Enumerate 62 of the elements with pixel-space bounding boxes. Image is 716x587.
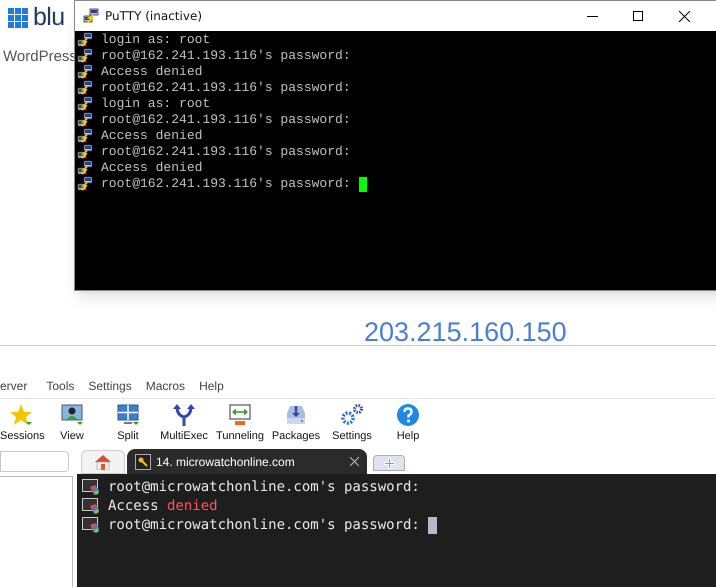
logo-text: blu <box>33 5 64 30</box>
window-title: PuTTY (inactive) <box>105 8 202 25</box>
menu-item[interactable]: Macros <box>138 377 192 395</box>
plus-icon <box>384 458 394 468</box>
tunnel-monitor-icon <box>228 403 252 427</box>
toolbar-button[interactable]: Packages <box>268 403 324 443</box>
menu-item[interactable]: Tools <box>39 377 82 395</box>
putty-line-icon <box>77 128 93 144</box>
putty-line-icon <box>77 112 93 128</box>
home-icon <box>94 454 112 470</box>
terminal-line: login as: root <box>101 32 210 48</box>
key-icon <box>135 454 151 470</box>
toolbar-button[interactable]: Tunneling <box>212 403 268 443</box>
toolbar-button[interactable]: Split <box>100 403 156 443</box>
putty-line-icon <box>77 80 93 96</box>
terminal-icon <box>82 517 100 534</box>
putty-line-icon <box>77 176 93 192</box>
terminal-line: Access denied <box>101 128 202 144</box>
terminal-line: login as: root <box>101 96 210 112</box>
home-tab[interactable] <box>81 450 125 474</box>
putty-line-icon <box>77 160 93 176</box>
terminal-line: root@162.241.193.116's password: <box>101 144 351 160</box>
download-drive-icon <box>284 403 308 427</box>
search-field[interactable] <box>0 451 69 472</box>
menu-item[interactable]: Help <box>192 377 231 395</box>
toolbar-button[interactable]: Help <box>380 403 436 443</box>
terminal-icon <box>82 498 100 515</box>
terminal-line: root@162.241.193.116's password: <box>101 112 351 128</box>
terminal-line: Access denied <box>101 64 202 80</box>
terminal-line: Access denied <box>108 497 218 516</box>
menu-item[interactable]: Settings <box>81 377 139 395</box>
settings-icon <box>340 403 364 427</box>
new-tab-button[interactable] <box>373 455 405 471</box>
close-icon[interactable] <box>350 457 359 466</box>
putty-line-icon <box>77 48 93 64</box>
terminal-line: root@microwatchonline.com's password: <box>108 516 420 535</box>
terminal-line: root@microwatchonline.com's password: <box>108 478 420 497</box>
terminal-icon <box>82 479 100 496</box>
toolbar-button[interactable]: View <box>44 403 100 443</box>
page-subtitle: WordPress <box>3 47 77 67</box>
terminal-line: root@162.241.193.116's password: <box>101 80 351 96</box>
grid-logo-icon <box>8 8 28 28</box>
terminal-line: root@162.241.193.116's password: <box>101 176 351 192</box>
close-icon <box>678 10 690 22</box>
terminal-line: root@162.241.193.116's password: <box>101 48 351 64</box>
toolbar-button[interactable]: MultiExec <box>156 403 212 443</box>
terminal-line: Access denied <box>101 160 202 176</box>
menu-item[interactable]: erver <box>0 377 40 395</box>
putty-line-icon <box>77 96 93 112</box>
putty-app-icon <box>83 8 99 24</box>
star-icon <box>9 403 33 427</box>
split-screen-icon <box>116 403 140 427</box>
ip-address: 203.215.160.150 <box>364 316 567 349</box>
session-tab[interactable]: 14. microwatchonline.com <box>127 449 367 474</box>
toolbar-button[interactable]: Sessions <box>0 403 44 443</box>
putty-line-icon <box>77 64 93 80</box>
putty-line-icon <box>77 32 93 48</box>
putty-line-icon <box>77 144 93 160</box>
help-icon <box>396 403 420 427</box>
toolbar-button[interactable]: Settings <box>324 403 380 443</box>
fork-arrows-icon <box>172 403 196 427</box>
user-monitor-icon <box>60 403 84 427</box>
